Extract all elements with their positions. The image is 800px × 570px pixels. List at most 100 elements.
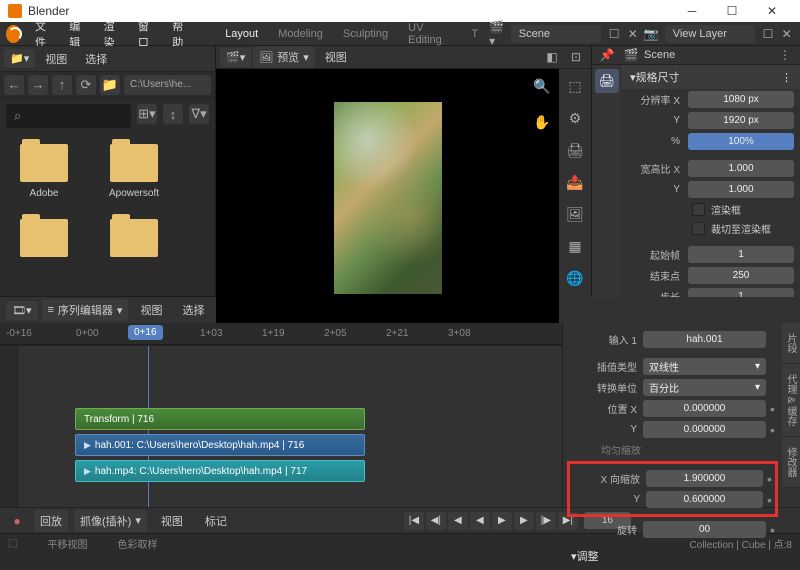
checkbox-border[interactable] bbox=[692, 203, 705, 216]
nav-up-icon[interactable]: ↑ bbox=[52, 75, 72, 95]
keyframe-dot-icon[interactable]: • bbox=[766, 403, 774, 415]
field-res-x[interactable]: 1080 px bbox=[688, 91, 794, 108]
viewlayer-new-icon[interactable]: ☐ bbox=[760, 25, 777, 43]
magnify-icon[interactable]: 🔍 bbox=[531, 75, 553, 97]
tool-sample-icon[interactable]: ⬚ bbox=[564, 75, 586, 97]
preview-mode-selector[interactable]: 🖼 预览▾ bbox=[253, 46, 315, 68]
options-icon[interactable]: ⋮ bbox=[775, 46, 795, 64]
keyframe-next-icon[interactable]: |▶ bbox=[536, 512, 556, 530]
jump-start-icon[interactable]: |◀ bbox=[404, 512, 424, 530]
strip-movie-1[interactable]: ▶hah.001: C:\Users\hero\Desktop\hah.mp4 … bbox=[75, 434, 365, 456]
field-pos-x[interactable]: 0.000000 bbox=[643, 400, 766, 417]
seq-menu-view[interactable]: 视图 bbox=[132, 299, 170, 321]
folder-apowersoft[interactable]: Apowersoft bbox=[104, 144, 164, 199]
workspace-tab-sculpting[interactable]: Sculpting bbox=[333, 24, 398, 44]
field-unit[interactable]: 百分比▾ bbox=[643, 379, 766, 396]
field-end[interactable]: 250 bbox=[688, 267, 794, 284]
field-interp[interactable]: 双线性▾ bbox=[643, 358, 766, 375]
playback-mode[interactable]: 回放 bbox=[34, 510, 68, 532]
keyframe-dot-icon[interactable]: • bbox=[763, 473, 771, 485]
play-icon[interactable]: ▶ bbox=[492, 512, 512, 530]
minimize-button[interactable]: ─ bbox=[672, 0, 712, 22]
sequencer-mode[interactable]: ≡ 序列编辑器 ▾ bbox=[42, 299, 129, 321]
tab-output-icon[interactable]: 🖨 bbox=[595, 69, 619, 93]
tool-render-icon[interactable]: 🖨 bbox=[564, 139, 586, 161]
hand-icon[interactable]: ✋ bbox=[531, 111, 553, 133]
field-res-y[interactable]: 1920 px bbox=[688, 112, 794, 129]
field-input[interactable]: hah.001 bbox=[643, 331, 766, 348]
field-pct[interactable]: 100% bbox=[688, 133, 794, 150]
tool-settings-icon[interactable]: ⚙ bbox=[564, 107, 586, 129]
browse-scene-icon[interactable]: 🎬▾ bbox=[489, 25, 506, 43]
keyframe-dot-icon[interactable]: • bbox=[766, 524, 774, 536]
scene-delete-icon[interactable]: ✕ bbox=[624, 25, 641, 43]
fb-menu-view[interactable]: 视图 bbox=[37, 48, 75, 70]
nav-refresh-icon[interactable]: ⟳ bbox=[76, 75, 96, 95]
keyframe-dot-icon[interactable]: • bbox=[763, 494, 771, 506]
step-fwd-icon[interactable]: ▶ bbox=[514, 512, 534, 530]
preview-viewport[interactable]: 🔍 ✋ bbox=[216, 69, 559, 327]
path-field[interactable]: C:\Users\he... bbox=[124, 75, 211, 95]
panel-adjust[interactable]: ▾ 调整 bbox=[569, 544, 776, 568]
sort-icon[interactable]: ↕ bbox=[163, 104, 183, 124]
nav-back-icon[interactable]: ← bbox=[4, 75, 24, 95]
search-input[interactable]: ⌕ bbox=[6, 104, 131, 128]
timeline-tracks[interactable]: Transform | 716 ▶hah.001: C:\Users\hero\… bbox=[0, 345, 562, 507]
field-aspect-x[interactable]: 1.000 bbox=[688, 160, 794, 177]
display-mode-icon[interactable]: ⊞▾ bbox=[137, 104, 157, 124]
tool-scene-icon[interactable]: ▦ bbox=[564, 235, 586, 257]
vtab-proxy[interactable]: 代理 & 缓存 bbox=[782, 364, 800, 437]
scene-new-icon[interactable]: ☐ bbox=[606, 25, 623, 43]
channels-icon[interactable]: ◧ bbox=[542, 48, 562, 66]
vtab-strip[interactable]: 片段 bbox=[782, 323, 800, 364]
editor-type-filebrowser[interactable]: 📁▾ bbox=[4, 49, 35, 68]
blender-logo-icon[interactable] bbox=[6, 25, 21, 43]
fb-menu-select[interactable]: 选择 bbox=[77, 48, 115, 70]
timeline-ruler[interactable]: -0+16 0+00 0+16 1+03 1+19 2+05 2+21 3+08 bbox=[0, 323, 562, 345]
viewlayer-selector[interactable]: View Layer bbox=[665, 25, 755, 43]
viewlayer-delete-icon[interactable]: ✕ bbox=[778, 25, 795, 43]
record-icon[interactable]: ● bbox=[7, 512, 27, 530]
folder-item[interactable] bbox=[104, 219, 164, 263]
panel-dimensions[interactable]: ▾ 规格尺寸⋮ bbox=[622, 65, 800, 89]
maximize-button[interactable]: ☐ bbox=[712, 0, 752, 22]
tool-world-icon[interactable]: 🌐 bbox=[564, 267, 586, 289]
scene-selector[interactable]: Scene bbox=[511, 25, 601, 43]
close-button[interactable]: ✕ bbox=[752, 0, 792, 22]
playback-menu-view[interactable]: 视图 bbox=[153, 510, 191, 532]
field-scale-y[interactable]: 0.600000 bbox=[646, 491, 763, 508]
strip-movie-2[interactable]: ▶hah.mp4: C:\Users\hero\Desktop\hah.mp4 … bbox=[75, 460, 365, 482]
editor-type-preview[interactable]: 🎬▾ bbox=[220, 48, 251, 67]
workspace-tab-layout[interactable]: Layout bbox=[215, 24, 268, 44]
play-reverse-icon[interactable]: ◀ bbox=[470, 512, 490, 530]
overlay-toggle-icon[interactable]: ⊡ bbox=[566, 48, 586, 66]
tool-output-icon[interactable]: 📤 bbox=[564, 171, 586, 193]
playback-menu-mark[interactable]: 标记 bbox=[197, 510, 235, 532]
editor-type-sequencer[interactable]: 🎞▾ bbox=[6, 301, 38, 320]
seq-menu-select[interactable]: 选择 bbox=[174, 299, 212, 321]
nav-forward-icon[interactable]: → bbox=[28, 75, 48, 95]
filter-icon[interactable]: ∇▾ bbox=[189, 104, 209, 124]
workspace-tab-modeling[interactable]: Modeling bbox=[268, 24, 333, 44]
viewlayer-icon[interactable]: 📷 bbox=[643, 25, 660, 43]
strip-transform[interactable]: Transform | 716 bbox=[75, 408, 365, 430]
field-aspect-y[interactable]: 1.000 bbox=[688, 181, 794, 198]
workspace-tab-more[interactable]: T bbox=[461, 24, 488, 44]
vtab-modifier[interactable]: 修改器 bbox=[782, 437, 800, 488]
field-scale-x[interactable]: 1.900000 bbox=[646, 470, 763, 487]
folder-adobe[interactable]: Adobe bbox=[14, 144, 74, 199]
step-back-icon[interactable]: ◀ bbox=[448, 512, 468, 530]
playback-snap[interactable]: 抓像(插补) ▾ bbox=[74, 510, 147, 532]
field-rot[interactable]: 00 bbox=[643, 521, 766, 538]
checkbox-crop[interactable] bbox=[692, 222, 705, 235]
field-start[interactable]: 1 bbox=[688, 246, 794, 263]
pin-icon[interactable]: 📌 bbox=[597, 46, 617, 64]
nav-newfolder-icon[interactable]: 📁 bbox=[100, 75, 120, 95]
preview-menu-view[interactable]: 视图 bbox=[317, 46, 355, 68]
tool-image-icon[interactable]: 🖼 bbox=[564, 203, 586, 225]
field-pos-y[interactable]: 0.000000 bbox=[643, 421, 766, 438]
keyframe-dot-icon[interactable]: • bbox=[766, 424, 774, 436]
workspace-tab-uv[interactable]: UV Editing bbox=[398, 18, 461, 50]
keyframe-prev-icon[interactable]: ◀| bbox=[426, 512, 446, 530]
folder-item[interactable] bbox=[14, 219, 74, 263]
